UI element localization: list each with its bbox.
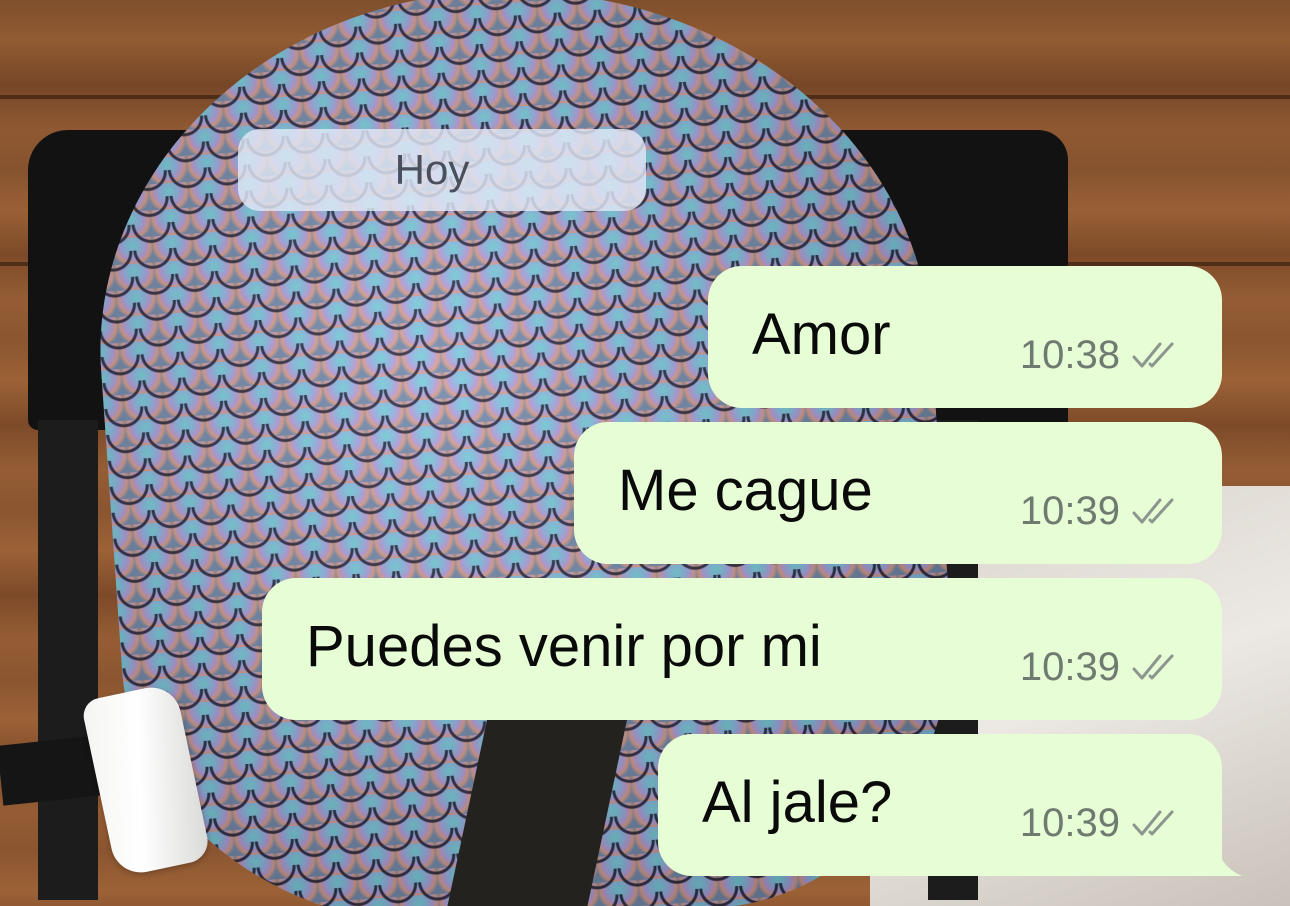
message-meta: 10:39 [1020, 765, 1222, 846]
bubble-tail [1192, 836, 1242, 876]
date-separator-label: Hoy [394, 146, 470, 193]
message-text: Me cague [618, 457, 873, 523]
message-text: Al jale? [702, 769, 893, 835]
message-meta: 10:39 [1020, 609, 1222, 690]
message-bubble[interactable]: Me cague 10:39 [574, 422, 1222, 564]
message-text: Amor [752, 301, 891, 367]
message-time: 10:38 [1019, 332, 1120, 377]
date-separator: Hoy [238, 129, 646, 211]
message-bubble[interactable]: Amor 10:38 [708, 266, 1222, 408]
message-text: Puedes venir por mi [306, 613, 822, 679]
message-meta: 10:38 [1020, 297, 1222, 378]
message-meta: 10:39 [1020, 453, 1222, 534]
message-bubble[interactable]: Puedes venir por mi 10:39 [262, 578, 1222, 720]
chat-screen: Hoy Amor 10:38 Me cague 10:39 Puedes ven… [0, 0, 1290, 906]
message-bubble[interactable]: Al jale? 10:39 [658, 734, 1242, 876]
double-check-icon [1132, 342, 1174, 368]
double-check-icon [1132, 810, 1174, 836]
message-time: 10:39 [1019, 644, 1120, 689]
chair-leg [38, 420, 98, 900]
double-check-icon [1132, 654, 1174, 680]
double-check-icon [1132, 498, 1174, 524]
message-time: 10:39 [1019, 488, 1120, 533]
message-time: 10:39 [1019, 800, 1120, 845]
